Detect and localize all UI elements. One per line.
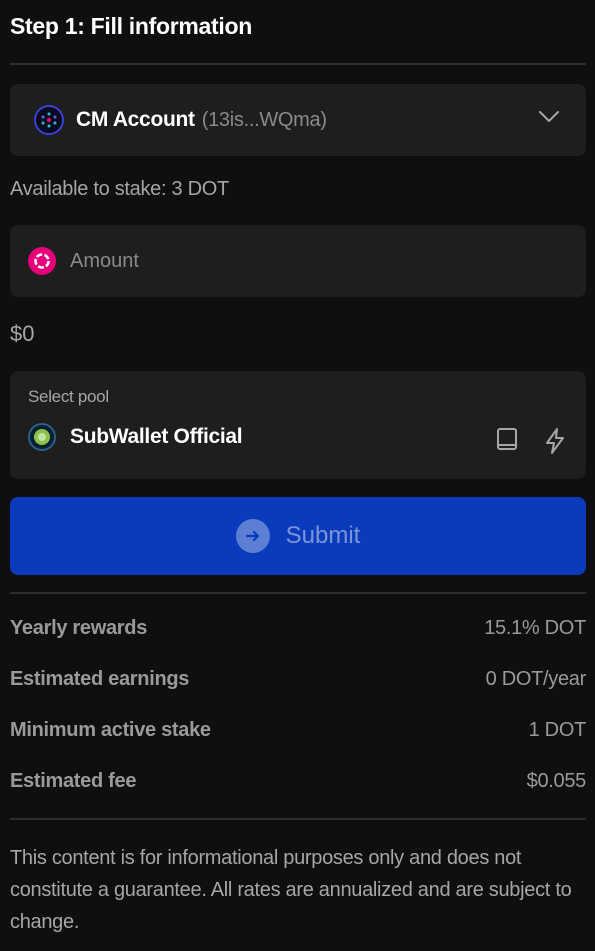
stats-list: Yearly rewards 15.1% DOT Estimated earni… (10, 617, 586, 821)
arrow-right-circle-icon (235, 519, 270, 553)
stat-row-estimated-fee: Estimated fee $0.055 (10, 770, 586, 821)
stat-value: 0 DOT/year (485, 668, 587, 690)
submit-button[interactable]: Submit (10, 497, 586, 575)
usd-value: $0 (10, 321, 35, 346)
stat-label: Yearly rewards (10, 617, 148, 639)
available-to-stake: Available to stake: 3 DOT (10, 178, 229, 200)
page-title: Step 1: Fill information (10, 13, 252, 39)
pool-name: SubWallet Official (70, 425, 243, 448)
stat-row-minimum-active-stake: Minimum active stake 1 DOT (10, 719, 586, 770)
stat-row-yearly-rewards: Yearly rewards 15.1% DOT (10, 617, 586, 668)
lightning-icon[interactable] (544, 427, 566, 460)
chevron-down-icon[interactable] (538, 110, 560, 129)
pool-selector[interactable]: Select pool SubWallet Official (10, 371, 586, 479)
disclaimer-text: This content is for informational purpos… (10, 847, 572, 933)
network-avatar-icon (34, 105, 64, 135)
stat-row-estimated-earnings: Estimated earnings 0 DOT/year (10, 668, 586, 719)
disclaimer-divider (10, 818, 586, 820)
pool-label: Select pool (28, 387, 109, 406)
stat-label: Minimum active stake (10, 719, 211, 741)
account-address: (13is...WQma) (201, 108, 327, 131)
amount-field[interactable] (10, 225, 586, 297)
book-icon[interactable] (496, 427, 518, 460)
stat-value: 1 DOT (528, 719, 587, 741)
pool-logo-icon (28, 423, 56, 451)
staking-form-page: Step 1: Fill information CM Account (13i… (0, 0, 595, 951)
stat-label: Estimated fee (10, 770, 137, 792)
stats-divider (10, 592, 586, 594)
stat-value: 15.1% DOT (484, 617, 586, 639)
submit-label: Submit (285, 522, 361, 549)
account-selector[interactable]: CM Account (13is...WQma) (10, 84, 586, 156)
amount-input[interactable] (70, 249, 550, 273)
polkadot-icon (28, 247, 56, 275)
account-name: CM Account (76, 108, 195, 131)
stat-value: $0.055 (526, 770, 587, 792)
header-divider (10, 63, 586, 65)
stat-label: Estimated earnings (10, 668, 190, 690)
